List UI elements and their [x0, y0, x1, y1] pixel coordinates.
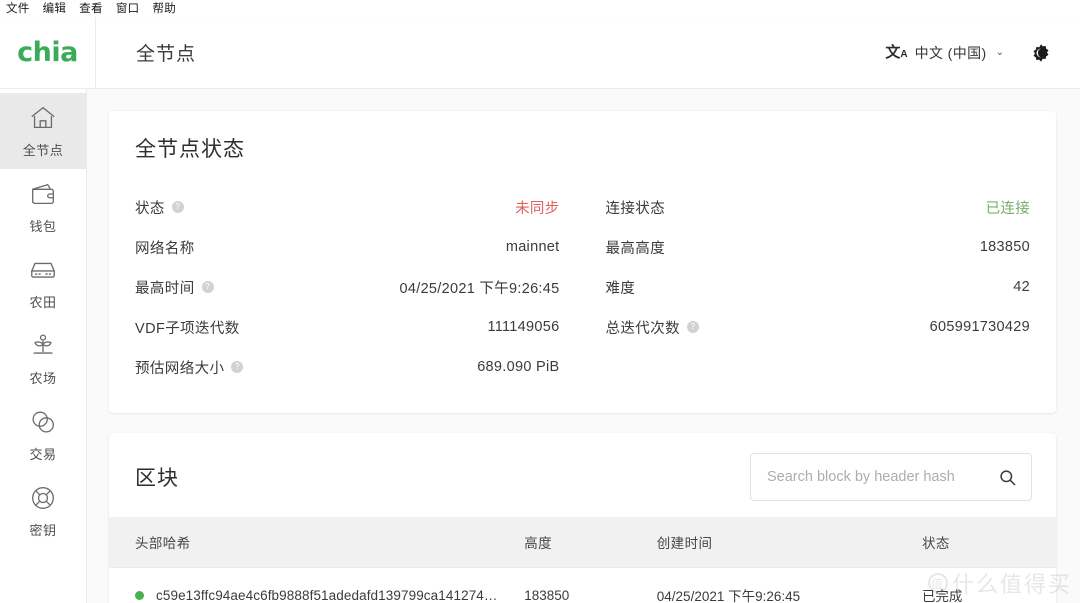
status-label-estimated-network-space: 预估网络大小 [135, 357, 244, 378]
column-header-header-hash: 头部哈希 [109, 517, 517, 568]
os-menu-bar: 文件 编辑 查看 窗口 帮助 [0, 0, 1080, 17]
page-title: 全节点 [136, 44, 197, 65]
sidebar-item-plots[interactable]: 农田 [0, 245, 86, 321]
help-icon-total-iterations[interactable] [687, 321, 699, 333]
sidebar-label-keys: 密钥 [29, 523, 57, 538]
dark-mode-toggle[interactable] [1024, 36, 1058, 70]
language-selector[interactable]: 文A 中文 (中国) ⌄ [877, 37, 1012, 69]
status-row-difficulty: 难度 42 [606, 267, 1031, 307]
table-row[interactable]: c59e13ffc94ae4c6fb9888f51adedafd139799ca… [109, 567, 1056, 603]
main-content: 全节点状态 状态 未同步 连接状态 已连接 网络名称 mai [87, 89, 1080, 603]
status-row-sync-state: 状态 未同步 [135, 187, 560, 227]
help-icon-sync-state[interactable] [171, 201, 184, 213]
status-value-estimated-network-space: 689.090 PiB [477, 359, 560, 375]
status-label-network-name: 网络名称 [135, 240, 195, 257]
status-label-peak-height: 最高高度 [605, 240, 666, 257]
status-value-network-name: mainnet [505, 239, 560, 255]
chevron-down-icon: ⌄ [995, 47, 1004, 58]
blocks-table: 头部哈希 高度 创建时间 状态 c59e13ffc94ae4c6fb9888f5… [109, 517, 1056, 603]
sidebar-nav: 全节点 钱包 农田 农场 交易 密钥 [0, 89, 87, 603]
status-row-peak-height: 最高高度 183850 [606, 227, 1031, 267]
blocks-header-row: 头部哈希 高度 创建时间 状态 [109, 517, 1056, 568]
status-label-vdf-sub-slot-iters: VDF子项迭代数 [135, 320, 240, 337]
sidebar-item-full-node[interactable]: 全节点 [0, 93, 86, 169]
brand-logo[interactable]: chia [0, 17, 96, 88]
chia-logo-text: chia [17, 37, 78, 68]
status-row-empty [606, 347, 1031, 387]
menu-item-file[interactable]: 文件 [6, 0, 30, 16]
status-value-vdf-sub-slot-iters: 111149056 [487, 319, 560, 335]
help-icon-peak-time[interactable] [201, 281, 214, 293]
status-label-sync-state: 状态 [135, 197, 184, 218]
menu-item-view[interactable]: 查看 [79, 0, 103, 16]
app-body: 全节点 钱包 农田 农场 交易 密钥 全节点状态 状态 ? 未同步 连接状态 已… [0, 89, 1080, 603]
status-value-difficulty: 42 [1013, 279, 1030, 295]
sidebar-item-wallet[interactable]: 钱包 [0, 169, 86, 245]
keys-lifering-icon [32, 487, 54, 509]
sidebar-label-farm: 农场 [29, 371, 57, 386]
sidebar-label-full-node: 全节点 [22, 143, 64, 158]
plot-drive-icon [31, 262, 55, 278]
column-header-created-at: 创建时间 [648, 517, 914, 568]
cell-header-hash[interactable]: c59e13ffc94ae4c6fb9888f51adedafd139799ca… [109, 567, 517, 603]
cell-state: 已完成 [913, 567, 1056, 603]
status-card-title: 全节点状态 [135, 138, 245, 161]
status-row-connection-state: 连接状态 已连接 [606, 187, 1031, 227]
blocks-card: 区块 头部哈希 高度 创建时间 [109, 433, 1056, 603]
status-row-estimated-network-space: 预估网络大小 689.090 PiB [135, 347, 560, 387]
sidebar-item-keys[interactable]: 密钥 [0, 473, 86, 549]
status-label-difficulty: 难度 [605, 280, 636, 297]
block-search-box[interactable] [750, 453, 1032, 501]
sidebar-label-plots: 农田 [29, 295, 57, 310]
sidebar-label-trade: 交易 [29, 447, 57, 462]
sidebar-label-wallet: 钱包 [29, 219, 57, 234]
status-value-peak-height: 183850 [979, 239, 1030, 255]
status-value-connection-state: 已连接 [985, 200, 1030, 217]
menu-item-edit[interactable]: 编辑 [43, 0, 67, 16]
hash-cell-wrapper: c59e13ffc94ae4c6fb9888f51adedafd139799ca… [135, 588, 508, 603]
status-label-total-iterations: 总迭代次数 [606, 317, 699, 338]
trade-circles-icon [32, 411, 54, 433]
block-status-dot-icon [135, 590, 144, 600]
full-node-status-card: 全节点状态 状态 未同步 连接状态 已连接 网络名称 mai [109, 111, 1056, 413]
translate-icon: 文A [885, 44, 908, 61]
menu-item-window[interactable]: 窗口 [116, 0, 140, 16]
block-hash-text: c59e13ffc94ae4c6fb9888f51adedafd139799ca… [156, 587, 498, 603]
wallet-icon [32, 183, 54, 205]
cell-created-at: 04/25/2021 下午9:26:45 [648, 567, 914, 603]
status-row-peak-time: 最高时间 04/25/2021 下午9:26:45 [135, 267, 560, 307]
language-label: 中文 (中国) [914, 44, 987, 61]
block-search-input[interactable] [767, 469, 998, 485]
status-grid: 状态 未同步 连接状态 已连接 网络名称 mainnet 最高高度 183850 [135, 187, 1030, 387]
blocks-table-body: c59e13ffc94ae4c6fb9888f51adedafd139799ca… [109, 567, 1056, 603]
blocks-card-title: 区块 [135, 467, 179, 490]
app-header: chia 全节点 文A 中文 (中国) ⌄ [0, 17, 1080, 89]
home-icon [31, 106, 55, 129]
farm-plant-icon [33, 334, 53, 354]
status-row-total-iterations: 总迭代次数 605991730429 [606, 307, 1031, 347]
sidebar-item-farm[interactable]: 农场 [0, 321, 86, 397]
status-value-peak-time: 04/25/2021 下午9:26:45 [399, 280, 560, 297]
menu-item-help[interactable]: 帮助 [152, 0, 176, 16]
status-label-peak-time: 最高时间 [135, 277, 214, 298]
cell-height: 183850 [516, 567, 649, 603]
status-label-connection-state: 连接状态 [605, 200, 666, 217]
status-value-sync-state: 未同步 [515, 200, 560, 217]
status-value-total-iterations: 605991730429 [929, 319, 1030, 335]
status-row-vdf-sub-slot-iters: VDF子项迭代数 111149056 [135, 307, 560, 347]
header-actions: 文A 中文 (中国) ⌄ [877, 36, 1080, 70]
sidebar-item-trade[interactable]: 交易 [0, 397, 86, 473]
blocks-card-header: 区块 [109, 433, 1056, 517]
help-icon-estimated-network-space[interactable] [231, 361, 244, 373]
search-icon[interactable] [998, 468, 1017, 487]
status-row-network-name: 网络名称 mainnet [135, 227, 560, 267]
column-header-height: 高度 [516, 517, 649, 568]
blocks-table-head: 头部哈希 高度 创建时间 状态 [109, 517, 1056, 568]
column-header-state: 状态 [913, 517, 1056, 568]
brightness-icon [1033, 43, 1049, 62]
